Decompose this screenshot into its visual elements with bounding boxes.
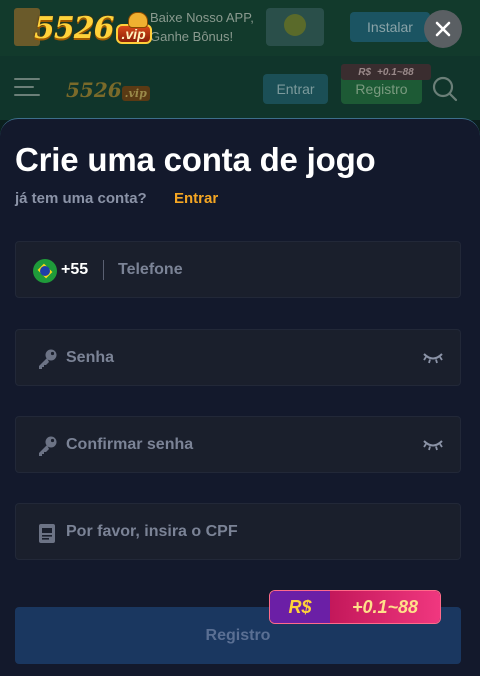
- country-code[interactable]: +55: [61, 261, 88, 279]
- confirm-password-field[interactable]: Confirmar senha: [15, 416, 461, 473]
- hamburger-menu-icon[interactable]: [14, 76, 40, 98]
- brazil-flag-icon: [33, 259, 57, 283]
- install-button[interactable]: Instalar: [350, 12, 430, 42]
- eye-closed-icon[interactable]: [422, 351, 444, 365]
- bonus-badge: R$ +0.1~88: [269, 590, 441, 624]
- close-icon: [435, 21, 451, 37]
- nav-logo: 5526 .vip: [66, 78, 150, 102]
- key-icon: [39, 436, 57, 456]
- phone-field[interactable]: +55 Telefone: [15, 241, 461, 298]
- nav-bonus-badge: R$ +0.1~88: [341, 64, 431, 80]
- brand-logo: 5526 .vip: [34, 12, 152, 46]
- cpf-placeholder: Por favor, insira o CPF: [66, 523, 238, 540]
- brand-logo-suffix: .vip: [115, 12, 152, 44]
- login-link[interactable]: Entrar: [174, 190, 218, 207]
- password-field[interactable]: Senha: [15, 329, 461, 386]
- banner-promo-image: [266, 8, 324, 46]
- phone-placeholder: Telefone: [118, 261, 183, 278]
- nav-bonus-value: +0.1~88: [377, 66, 414, 78]
- bonus-value: +0.1~88: [330, 591, 440, 623]
- nav-logo-digits: 5526: [66, 78, 122, 102]
- id-card-icon: [39, 524, 55, 543]
- confirm-password-placeholder: Confirmar senha: [66, 436, 194, 453]
- bonus-currency: R$: [270, 591, 330, 623]
- page-title: Crie uma conta de jogo: [15, 141, 376, 178]
- phone-divider: [103, 260, 104, 280]
- nav-bonus-currency: R$: [358, 66, 372, 78]
- key-icon: [39, 349, 57, 369]
- has-account-text: já tem uma conta?: [15, 190, 147, 207]
- eye-closed-icon[interactable]: [422, 438, 444, 452]
- close-button[interactable]: [424, 10, 462, 48]
- nav-login-button[interactable]: Entrar: [263, 74, 328, 104]
- password-placeholder: Senha: [66, 349, 115, 366]
- brand-logo-digits: 5526: [34, 11, 114, 46]
- search-icon[interactable]: [432, 76, 458, 102]
- banner-text: Baixe Nosso APP, Ganhe Bônus!: [150, 10, 254, 44]
- nav-logo-suffix: .vip: [121, 86, 150, 101]
- cpf-field[interactable]: Por favor, insira o CPF: [15, 503, 461, 560]
